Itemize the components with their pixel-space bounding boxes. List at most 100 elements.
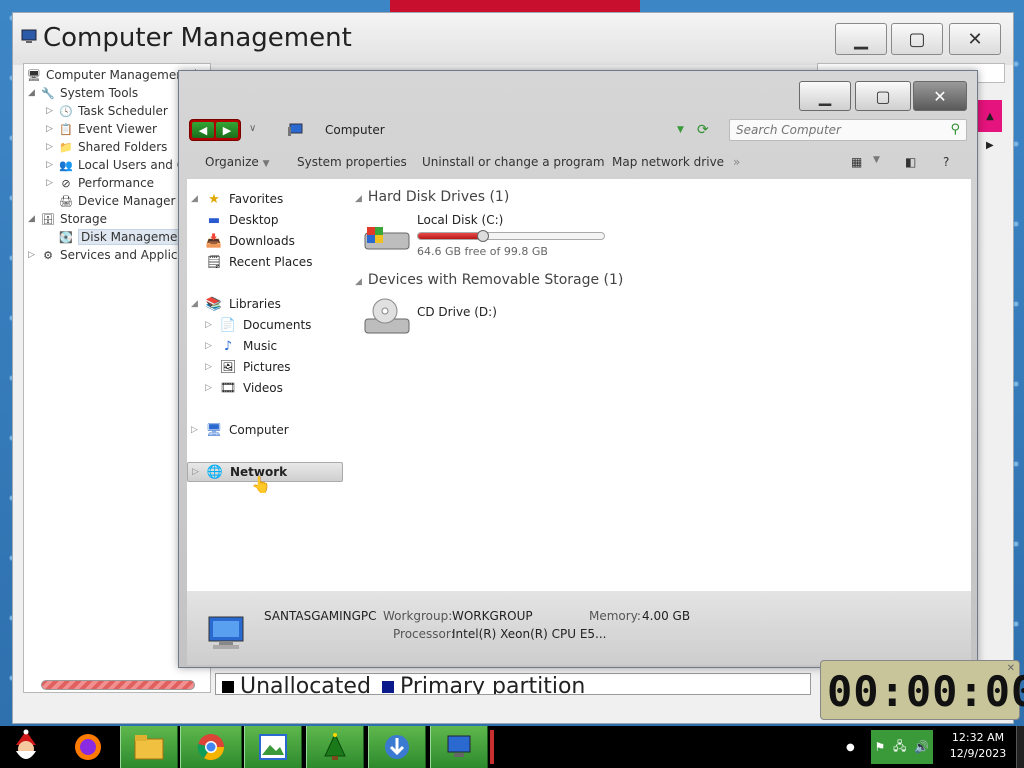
cm-minimize-button[interactable]: ▁ bbox=[835, 23, 887, 55]
search-box[interactable]: ⚲ bbox=[729, 119, 967, 141]
expand-arrow-icon[interactable]: ▷ bbox=[205, 341, 219, 351]
address-bar[interactable]: Computer bbox=[325, 123, 385, 137]
chevron-down-icon[interactable]: ▼ bbox=[873, 155, 880, 165]
nav-downloads[interactable]: 📥 Downloads bbox=[205, 231, 295, 251]
nav-desktop[interactable]: ▬ Desktop bbox=[205, 210, 279, 230]
cm-maximize-button[interactable]: ▢ bbox=[891, 23, 943, 55]
expand-arrow-icon[interactable]: ▷ bbox=[205, 362, 219, 372]
expand-arrow-icon[interactable]: ▷ bbox=[205, 383, 219, 393]
computer-management-icon bbox=[447, 735, 471, 757]
network-tray-icon[interactable]: 🖧 bbox=[893, 737, 906, 758]
cm-close-button[interactable]: ✕ bbox=[949, 23, 1001, 55]
organize-button[interactable]: Organize ▼ bbox=[205, 155, 270, 169]
nav-computer[interactable]: ▷ 🖥 Computer bbox=[191, 420, 289, 440]
expand-arrow-icon[interactable]: ▷ bbox=[46, 178, 58, 188]
recent-pages-dropdown[interactable]: ∨ bbox=[249, 123, 256, 134]
taskbar-image-viewer[interactable] bbox=[244, 726, 302, 768]
preview-pane-icon[interactable]: ◧ bbox=[905, 155, 916, 169]
workgroup-value: WORKGROUP bbox=[452, 609, 533, 623]
tree-item-system-tools[interactable]: ◢ 🔧 System Tools bbox=[28, 84, 138, 102]
taskbar-file-explorer[interactable] bbox=[120, 726, 178, 768]
nav-videos[interactable]: ▷ 🎞 Videos bbox=[205, 378, 283, 398]
tree-item-disk-management[interactable]: 💽 Disk Management bbox=[58, 228, 193, 246]
tray-icons-group[interactable]: ⚑ 🖧 🔊 bbox=[870, 730, 933, 764]
tree-item-device-manager[interactable]: 🖨 Device Manager bbox=[58, 192, 175, 210]
tree-item-computer-management[interactable]: 🖥 Computer Management ( bbox=[26, 66, 197, 84]
expand-arrow-icon[interactable]: ▷ bbox=[46, 142, 58, 152]
group-header-removable-storage[interactable]: ◢ Devices with Removable Storage (1) bbox=[355, 272, 623, 288]
back-button[interactable]: ◀ bbox=[192, 122, 214, 138]
tree-item-performance[interactable]: ▷ ⊘ Performance bbox=[46, 174, 154, 192]
search-input[interactable] bbox=[730, 120, 930, 140]
explorer-minimize-button[interactable]: ▁ bbox=[799, 81, 851, 111]
taskbar-firefox[interactable] bbox=[62, 726, 114, 768]
tree-item-task-scheduler[interactable]: ▷ 🕓 Task Scheduler bbox=[46, 102, 168, 120]
workgroup-label: Workgroup: bbox=[383, 609, 453, 623]
nav-favorites[interactable]: ◢ ★ Favorites bbox=[191, 189, 283, 209]
memory-value: 4.00 GB bbox=[642, 609, 691, 623]
explorer-close-button[interactable]: ✕ bbox=[913, 81, 967, 111]
nav-music[interactable]: ▷ ♪ Music bbox=[205, 336, 277, 356]
nav-pictures[interactable]: ▷ 🖼 Pictures bbox=[205, 357, 291, 377]
explorer-content: ◢ ★ Favorites ▬ Desktop 📥 Downloads 🗒 Re… bbox=[187, 179, 971, 591]
help-icon[interactable]: ? bbox=[943, 155, 949, 169]
tree-item-local-users[interactable]: ▷ 👥 Local Users and G bbox=[46, 156, 186, 174]
downloads-folder-icon: 📥 bbox=[205, 233, 223, 249]
collapse-arrow-icon[interactable]: ◢ bbox=[28, 88, 40, 98]
nav-libraries[interactable]: ◢ 📚 Libraries bbox=[191, 294, 281, 314]
tree-item-event-viewer[interactable]: ▷ 📋 Event Viewer bbox=[46, 120, 157, 138]
expand-arrow-icon[interactable]: ▷ bbox=[192, 467, 206, 477]
expand-arrow-icon[interactable]: ▷ bbox=[191, 425, 205, 435]
expand-arrow-icon[interactable]: ▷ bbox=[46, 160, 58, 170]
tree-item-shared-folders[interactable]: ▷ 📁 Shared Folders bbox=[46, 138, 167, 156]
taskbar-christmas-app[interactable] bbox=[306, 726, 364, 768]
expand-arrow-icon[interactable]: ▷ bbox=[205, 320, 219, 330]
network-icon: 🌐 bbox=[206, 464, 224, 480]
volume-icon[interactable]: 🔊 bbox=[914, 740, 929, 754]
users-icon: 👥 bbox=[59, 158, 73, 172]
collapse-arrow-icon[interactable]: ◢ bbox=[191, 299, 205, 309]
collapse-arrow-icon[interactable]: ◢ bbox=[191, 194, 205, 204]
tree-item-services[interactable]: ▷ ⚙ Services and Applicat bbox=[28, 246, 190, 264]
uninstall-program-button[interactable]: Uninstall or change a program bbox=[422, 155, 605, 169]
nav-documents[interactable]: ▷ 📄 Documents bbox=[205, 315, 311, 335]
expand-arrow-icon[interactable]: ▷ bbox=[28, 250, 40, 260]
hand-cursor-icon: 👆 bbox=[251, 475, 271, 494]
star-icon: ★ bbox=[208, 191, 220, 207]
nav-recent-places[interactable]: 🗒 Recent Places bbox=[205, 252, 313, 272]
cm-titlebar[interactable]: Computer Management ▁ ▢ ✕ bbox=[13, 13, 1013, 65]
flag-icon[interactable]: ⚑ bbox=[875, 740, 886, 754]
storage-icon: 🗄 bbox=[41, 212, 55, 226]
tree-item-storage[interactable]: ◢ 🗄 Storage bbox=[28, 210, 107, 228]
timer-widget[interactable]: 00:00:00 ✕ bbox=[820, 660, 1024, 720]
computer-icon bbox=[288, 123, 303, 136]
collapse-arrow-icon: ◢ bbox=[355, 277, 362, 287]
taskbar-chrome[interactable] bbox=[180, 726, 242, 768]
close-icon[interactable]: ✕ bbox=[1007, 663, 1015, 674]
shared-folder-icon: 📁 bbox=[59, 140, 73, 154]
expand-arrow-icon[interactable]: ▶ bbox=[986, 140, 994, 151]
firefox-icon bbox=[75, 734, 101, 760]
group-header-hard-disk-drives[interactable]: ◢ Hard Disk Drives (1) bbox=[355, 189, 509, 205]
collapse-arrow-icon[interactable]: ◢ bbox=[28, 214, 40, 224]
search-icon[interactable]: ⚲ bbox=[950, 122, 960, 137]
taskbar-download-manager[interactable] bbox=[368, 726, 426, 768]
address-dropdown-icon[interactable]: ▼ bbox=[677, 125, 684, 135]
system-properties-button[interactable]: System properties bbox=[297, 155, 407, 169]
start-button[interactable] bbox=[4, 728, 48, 766]
legend-unallocated: Unallocated bbox=[222, 674, 371, 694]
taskbar-computer-management[interactable] bbox=[430, 726, 488, 768]
refresh-icon[interactable]: ⟳ bbox=[697, 122, 709, 138]
recent-places-icon: 🗒 bbox=[205, 254, 223, 270]
forward-button[interactable]: ▶ bbox=[216, 122, 238, 138]
more-commands-button[interactable]: » bbox=[733, 155, 740, 169]
show-desktop-button[interactable] bbox=[1016, 726, 1024, 768]
taskbar-clock[interactable]: 12:32 AM 12/9/2023 bbox=[944, 730, 1012, 762]
view-options-icon[interactable]: ▦ bbox=[851, 155, 862, 169]
explorer-maximize-button[interactable]: ▢ bbox=[855, 81, 911, 111]
expand-arrow-icon[interactable]: ▷ bbox=[46, 124, 58, 134]
map-network-drive-button[interactable]: Map network drive bbox=[612, 155, 724, 169]
desktop-icon: ▬ bbox=[207, 212, 221, 228]
drive-c-usage-bar bbox=[417, 232, 605, 240]
expand-arrow-icon[interactable]: ▷ bbox=[46, 106, 58, 116]
